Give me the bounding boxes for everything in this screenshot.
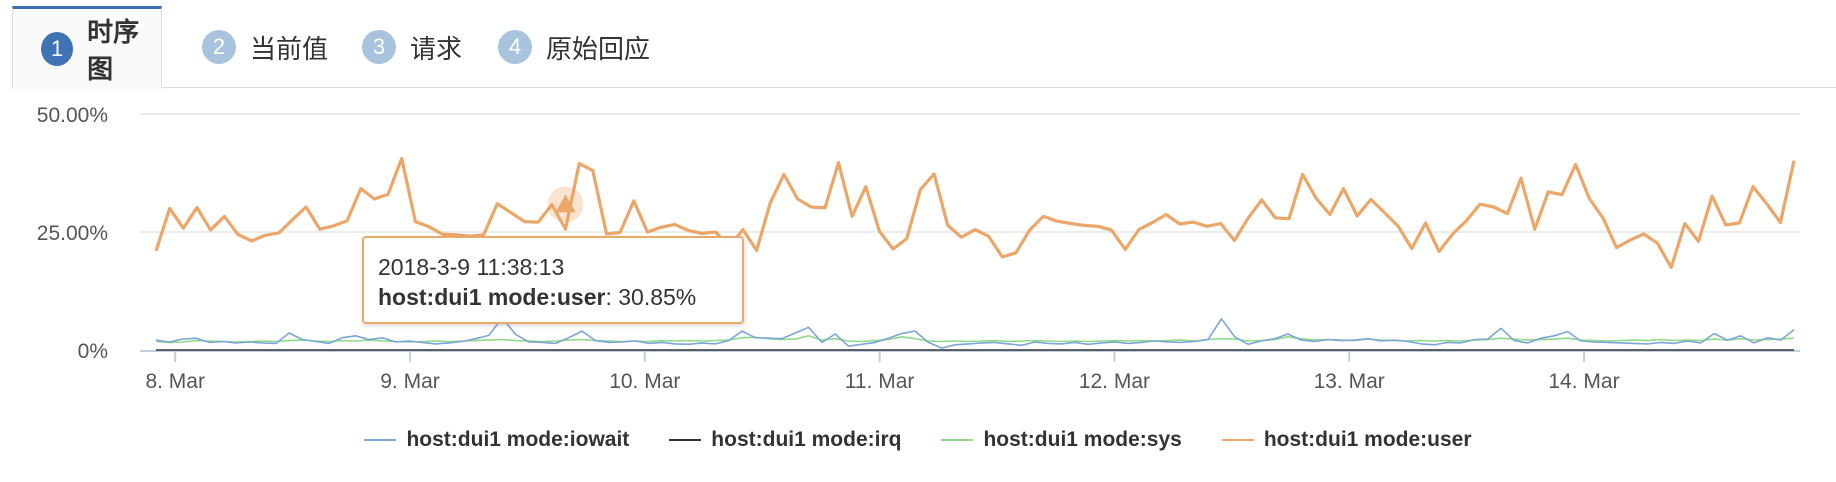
tab-number-badge: 1 — [41, 31, 74, 66]
tooltip-time: 2018-3-9 11:38:13 — [378, 254, 565, 280]
tooltip-series-name: host:dui1 mode:user — [378, 284, 606, 310]
legend-label: host:dui1 mode:sys — [983, 428, 1182, 451]
y-axis-labels: 0% 25.00% 50.00% — [37, 104, 108, 363]
legend-item-user[interactable]: host:dui1 mode:user — [1221, 428, 1472, 452]
hover-marker — [547, 186, 584, 223]
tooltip-value: : 30.85% — [605, 284, 697, 310]
tab-label: 原始回应 — [546, 33, 651, 64]
tab-current-value[interactable]: 2 当前值 — [174, 6, 334, 88]
legend-swatch — [364, 439, 397, 441]
x-tick-label: 10. Mar — [609, 370, 680, 393]
legend-label: host:dui1 mode:irq — [711, 428, 902, 451]
x-tick-label: 14. Mar — [1548, 370, 1619, 393]
tab-request[interactable]: 3 请求 — [334, 6, 474, 88]
x-tick-label: 11. Mar — [845, 370, 915, 393]
y-tick-label: 0% — [78, 340, 108, 363]
tab-raw-response[interactable]: 4 原始回应 — [470, 6, 660, 88]
legend-swatch — [669, 439, 702, 441]
tooltip-row: host:dui1 mode:user: 30.85% — [378, 282, 728, 312]
legend-item-sys[interactable]: host:dui1 mode:sys — [941, 428, 1182, 452]
timeseries-chart[interactable]: 0% 25.00% 50.00% 8. Mar 9. Mar 10. Mar 11. Ma… — [0, 88, 1836, 418]
tab-number-badge: 2 — [202, 30, 236, 64]
legend-swatch — [1221, 439, 1254, 441]
legend-label: host:dui1 mode:iowait — [406, 428, 630, 451]
tab-timeseries[interactable]: 1 时序图 — [12, 6, 162, 89]
legend-item-irq[interactable]: host:dui1 mode:irq — [669, 428, 901, 452]
legend-label: host:dui1 mode:user — [1263, 428, 1472, 451]
tab-bar: 1 时序图 2 当前值 3 请求 4 原始回应 — [12, 0, 1836, 89]
x-tick-label: 13. Mar — [1314, 370, 1385, 393]
tab-number-badge: 3 — [362, 30, 396, 64]
chart-legend: host:dui1 mode:iowait host:dui1 mode:irq… — [0, 422, 1836, 458]
tab-label: 请求 — [410, 33, 463, 64]
legend-item-iowait[interactable]: host:dui1 mode:iowait — [364, 428, 629, 452]
tab-label: 时序图 — [87, 16, 140, 84]
tab-number-badge: 4 — [498, 30, 532, 64]
x-axis: 8. Mar 9. Mar 10. Mar 11. Mar 12. Mar 13. Mar… — [140, 350, 1800, 393]
chart-tooltip: 2018-3-9 11:38:13 host:dui1 mode:user: 3… — [362, 236, 744, 324]
grid-lines — [140, 113, 1800, 233]
x-tick-label: 9. Mar — [380, 370, 440, 393]
y-tick-label: 25.00% — [37, 222, 108, 245]
tab-label: 当前值 — [250, 33, 329, 64]
y-tick-label: 50.00% — [37, 104, 108, 127]
x-tick-label: 12. Mar — [1079, 370, 1150, 393]
x-tick-label: 8. Mar — [145, 370, 205, 393]
legend-swatch — [941, 439, 974, 441]
